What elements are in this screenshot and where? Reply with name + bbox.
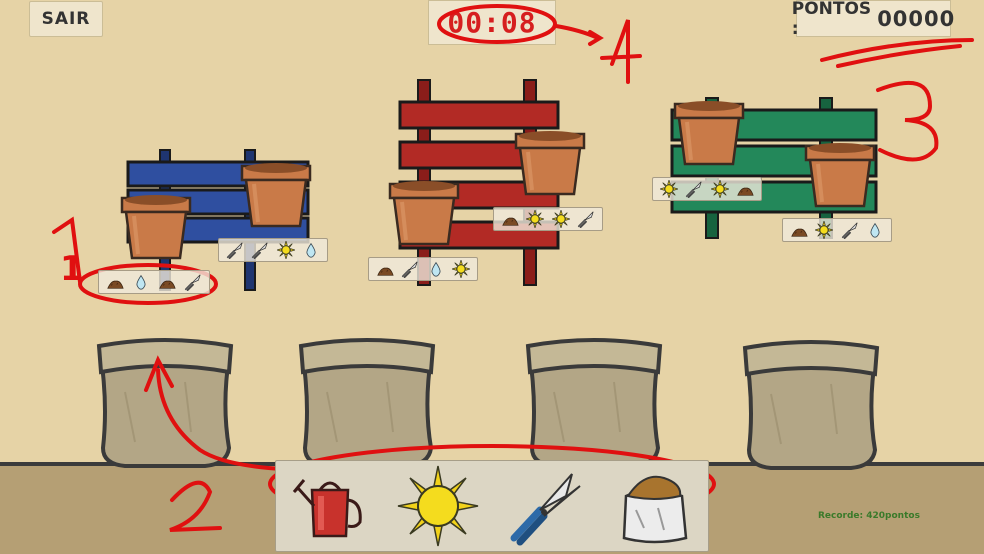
sun-icon bbox=[451, 259, 471, 279]
water-drop-icon bbox=[131, 272, 151, 292]
shears-icon bbox=[510, 473, 581, 546]
pot-needs-strip bbox=[218, 238, 328, 262]
water-drop-icon bbox=[301, 240, 321, 260]
pot-needs-strip bbox=[652, 177, 762, 201]
pot[interactable] bbox=[514, 129, 586, 196]
shears-icon bbox=[684, 179, 704, 199]
pot-needs-strip bbox=[493, 207, 603, 231]
fertilizer-icon bbox=[500, 209, 520, 229]
shears-icon bbox=[576, 209, 596, 229]
fertilizer-icon bbox=[105, 272, 125, 292]
water-drop-icon bbox=[865, 220, 885, 240]
sun-icon bbox=[814, 220, 834, 240]
sun-tool[interactable] bbox=[392, 464, 484, 548]
tool-tray bbox=[275, 460, 709, 552]
sack[interactable] bbox=[743, 340, 879, 470]
annotation-label: 1 bbox=[60, 249, 84, 289]
sun-icon bbox=[525, 209, 545, 229]
watering-can-icon bbox=[292, 479, 362, 538]
shears-icon bbox=[225, 240, 245, 260]
pot[interactable] bbox=[240, 161, 312, 228]
fertilizer-sack-icon bbox=[622, 475, 688, 544]
sun-icon bbox=[276, 240, 296, 260]
pot[interactable] bbox=[388, 179, 460, 246]
fertilizer-icon bbox=[375, 259, 395, 279]
fertilizer-tool[interactable] bbox=[608, 464, 700, 548]
shears-icon bbox=[250, 240, 270, 260]
fertilizer-icon bbox=[735, 179, 755, 199]
water-drop-icon bbox=[426, 259, 446, 279]
sun-icon bbox=[397, 465, 479, 547]
shears-icon bbox=[840, 220, 860, 240]
pot[interactable] bbox=[673, 99, 745, 166]
pot-needs-strip bbox=[368, 257, 478, 281]
shears-icon bbox=[400, 259, 420, 279]
watering-can-tool[interactable] bbox=[284, 464, 376, 548]
sun-icon bbox=[659, 179, 679, 199]
pot-needs-strip bbox=[782, 218, 892, 242]
record-text: Recorde: 420pontos bbox=[818, 511, 920, 521]
pot[interactable] bbox=[804, 141, 876, 208]
pot[interactable] bbox=[120, 193, 192, 260]
fertilizer-icon bbox=[157, 272, 177, 292]
pot-needs-strip bbox=[98, 270, 210, 294]
sun-icon bbox=[551, 209, 571, 229]
sun-icon bbox=[710, 179, 730, 199]
shears-tool[interactable] bbox=[500, 464, 592, 548]
fertilizer-icon bbox=[789, 220, 809, 240]
shears-icon bbox=[183, 272, 203, 292]
